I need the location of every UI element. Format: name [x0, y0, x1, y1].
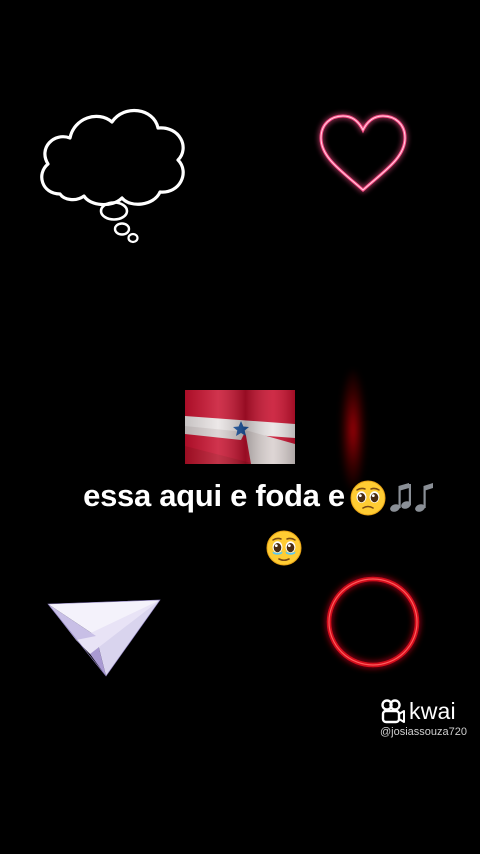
- creator-handle: @josiassouza720: [380, 726, 467, 738]
- pleading-face-emoji: [350, 480, 386, 516]
- neon-ring-icon: [326, 576, 420, 668]
- video-frame: { "caption": { "line1_text": "essa aqui …: [0, 0, 480, 854]
- caption-line-2: [0, 528, 480, 567]
- neon-heart-icon: [319, 114, 407, 193]
- kwai-logo-icon: [381, 699, 405, 724]
- kwai-brand-row: kwai: [380, 696, 476, 726]
- kwai-watermark: kwai @josiassouza720: [380, 696, 476, 739]
- para-flag-image: [185, 390, 295, 464]
- holding-back-tears-emoji: [266, 530, 302, 566]
- musical-notes-emoji: [389, 482, 433, 512]
- red-light-streak: [340, 370, 366, 490]
- paper-plane-icon: [47, 599, 161, 677]
- caption-text: essa aqui e foda e: [83, 478, 345, 513]
- caption-line-1: essa aqui e foda e: [0, 478, 480, 517]
- kwai-brand-text: kwai: [409, 697, 456, 724]
- thought-cloud-icon: [40, 108, 185, 244]
